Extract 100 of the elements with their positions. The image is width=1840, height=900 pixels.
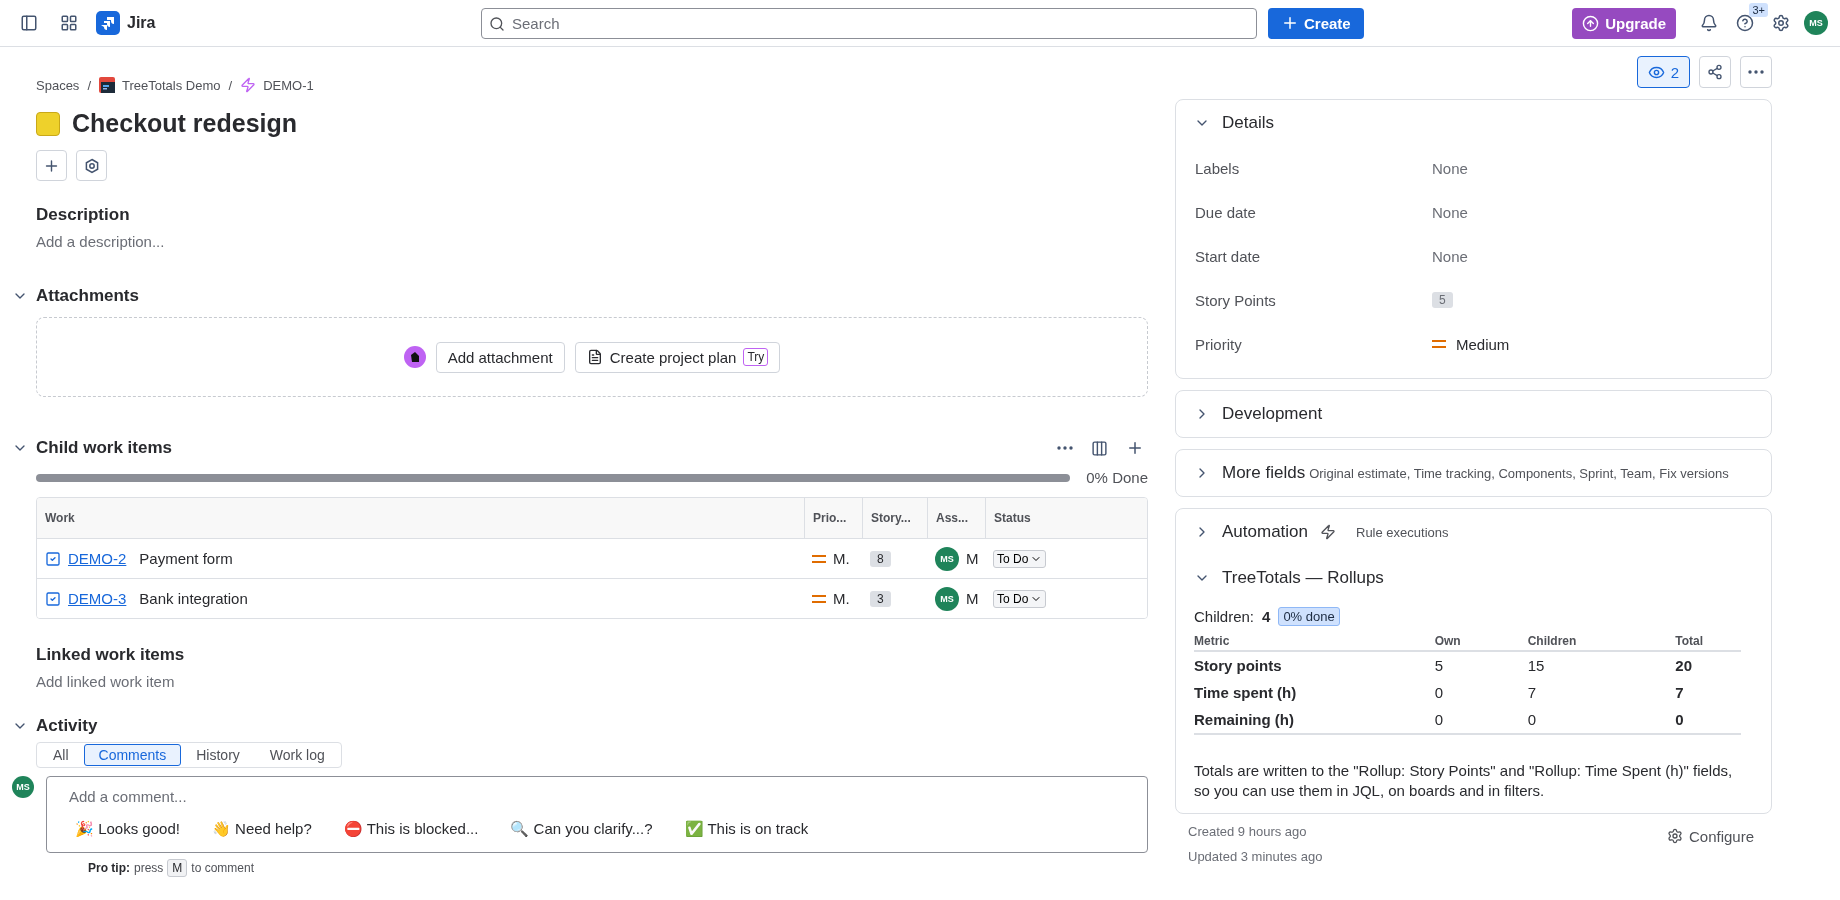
metric-name: Remaining (h) xyxy=(1194,706,1435,734)
arrow-up-circle-icon xyxy=(1582,14,1600,32)
assignee-name: M xyxy=(966,550,979,567)
pro-tip-text: to comment xyxy=(191,861,255,875)
card-title: TreeTotals — Rollups xyxy=(1222,568,1384,588)
watch-button[interactable]: 2 xyxy=(1636,56,1690,88)
total-cell-text: 7 xyxy=(1675,683,1685,703)
table-cell: 5 xyxy=(1434,651,1528,679)
story-points-badge: 8 xyxy=(870,550,891,567)
ellipsis-icon xyxy=(1057,446,1073,450)
story-points-badge: 3 xyxy=(870,590,891,607)
quick-reply-button[interactable]: 🔍 Can you clarify...? xyxy=(502,816,661,842)
grid-icon xyxy=(60,14,78,32)
work-item-key-link[interactable]: DEMO-3 xyxy=(68,590,127,607)
children-count: 4 xyxy=(1262,608,1271,625)
apps-button[interactable] xyxy=(76,150,107,181)
table-cell: 0 xyxy=(1434,706,1528,734)
quick-reply-button[interactable]: 👋 Need help? xyxy=(203,816,320,842)
column-header: Metric xyxy=(1194,632,1435,651)
keyboard-key: M xyxy=(167,859,188,877)
priority-medium-icon xyxy=(812,593,826,604)
create-button[interactable]: Create xyxy=(1268,7,1364,39)
rollup-note: Totals are written to the "Rollup: Story Points" and "Rollup: Time Spent (h)" fields, so you can use them in JQL, on boards and in filters. xyxy=(1194,761,1734,801)
field-value: None xyxy=(1432,203,1469,221)
card-title: More fields xyxy=(1222,463,1306,483)
activity-tab[interactable]: All xyxy=(38,744,84,766)
column-header: Own xyxy=(1434,632,1528,651)
collapsible-card[interactable]: Development xyxy=(1175,390,1772,438)
column-header: Children xyxy=(1527,632,1676,651)
priority-text: M. xyxy=(833,590,850,607)
tag-icon xyxy=(403,346,426,368)
add-linked-item-link[interactable]: Add linked work item xyxy=(36,673,1148,690)
bell-icon xyxy=(1700,14,1718,32)
columns-icon xyxy=(1091,439,1108,457)
activity-tab[interactable]: Comments xyxy=(83,744,182,766)
card-subtitle: Original estimate, Time tracking, Components, Sprint, Team, Fix versions xyxy=(1309,465,1729,481)
status-dropdown[interactable]: To Do xyxy=(993,549,1047,568)
priority-medium-icon xyxy=(1432,339,1446,349)
description-placeholder[interactable]: Add a description... xyxy=(36,233,1148,250)
quick-reply-button[interactable]: 🎉 Looks good! xyxy=(67,816,188,842)
activity-tab[interactable]: History xyxy=(181,744,255,766)
quick-reply-button[interactable]: ⛔ This is blocked... xyxy=(335,816,487,842)
plus-icon xyxy=(1126,439,1144,457)
upgrade-button[interactable]: Upgrade xyxy=(1572,7,1676,39)
table-cell: 7 xyxy=(1527,679,1676,706)
field-label: Start date xyxy=(1195,247,1262,265)
done-badge: 0% done xyxy=(1278,607,1340,626)
section-heading: Linked work items xyxy=(36,645,186,665)
document-icon xyxy=(586,349,603,365)
create-plan-button[interactable]: Create project plan Try xyxy=(574,341,781,373)
priority-text: M. xyxy=(833,550,850,567)
user-avatar: MS xyxy=(12,776,34,798)
activity-tab[interactable]: Work log xyxy=(254,744,340,766)
settings-icon xyxy=(1666,828,1683,844)
collapsible-card[interactable]: More fields Original estimate, Time tracking, Components, Sprint, Team, Fix versions xyxy=(1175,449,1772,497)
field-value: None xyxy=(1432,247,1469,265)
progress-reading: 0% Done xyxy=(1086,469,1148,486)
issue-title[interactable]: Checkout redesign xyxy=(72,109,298,138)
user-avatar[interactable]: MS xyxy=(1804,11,1828,35)
breadcrumb-link[interactable]: Spaces xyxy=(36,77,80,93)
section-heading: Child work items xyxy=(36,438,173,458)
field-value: None xyxy=(1432,159,1469,177)
search-field[interactable]: Search xyxy=(481,7,1257,39)
updated-time: Updated 3 minutes ago xyxy=(1188,849,1323,864)
attachment-dropzone[interactable]: Add attachment Create project plan Try xyxy=(36,317,1148,397)
metric-name: Story points xyxy=(1194,651,1435,679)
column-header[interactable]: Work xyxy=(37,498,804,538)
field-label: Story Points xyxy=(1195,291,1277,309)
hexagon-icon xyxy=(83,157,100,174)
epic-icon xyxy=(36,111,60,136)
ellipsis-icon xyxy=(1748,70,1764,74)
children-label: Children: xyxy=(1194,608,1255,625)
pro-tip-text: press xyxy=(134,861,164,875)
lightning-icon xyxy=(1320,524,1336,540)
sidebar-icon xyxy=(20,14,38,32)
task-icon xyxy=(45,590,61,607)
add-button[interactable] xyxy=(36,150,67,181)
work-item-summary: Bank integration xyxy=(139,590,248,607)
breadcrumb-link[interactable]: DEMO-1 xyxy=(240,77,314,93)
quick-reply-button[interactable]: ✅ This is on track xyxy=(676,816,817,842)
metric-name: Time spent (h) xyxy=(1194,679,1435,706)
section-heading: Attachments xyxy=(36,286,139,306)
share-button[interactable] xyxy=(1699,56,1731,88)
breadcrumb-link[interactable]: TreeTotals Demo xyxy=(99,77,221,93)
table-cell: 15 xyxy=(1527,651,1676,679)
total-cell: 20 xyxy=(1675,651,1741,679)
card-title: Development xyxy=(1222,404,1323,424)
try-badge: Try xyxy=(743,348,769,366)
add-attachment-button[interactable]: Add attachment xyxy=(435,341,565,373)
field-label: Priority xyxy=(1195,335,1243,353)
section-heading: Description xyxy=(36,205,131,225)
product-name: Jira xyxy=(127,14,156,32)
work-item-summary: Payment form xyxy=(139,550,233,567)
configure-button[interactable]: Configure xyxy=(1660,824,1760,848)
settings-icon xyxy=(1772,14,1790,32)
plus-icon xyxy=(1281,14,1299,32)
field-value: Medium xyxy=(1456,335,1510,353)
breadcrumb-separator: / xyxy=(87,77,91,93)
status-dropdown[interactable]: To Do xyxy=(993,589,1047,608)
work-item-key-link[interactable]: DEMO-2 xyxy=(68,550,127,567)
